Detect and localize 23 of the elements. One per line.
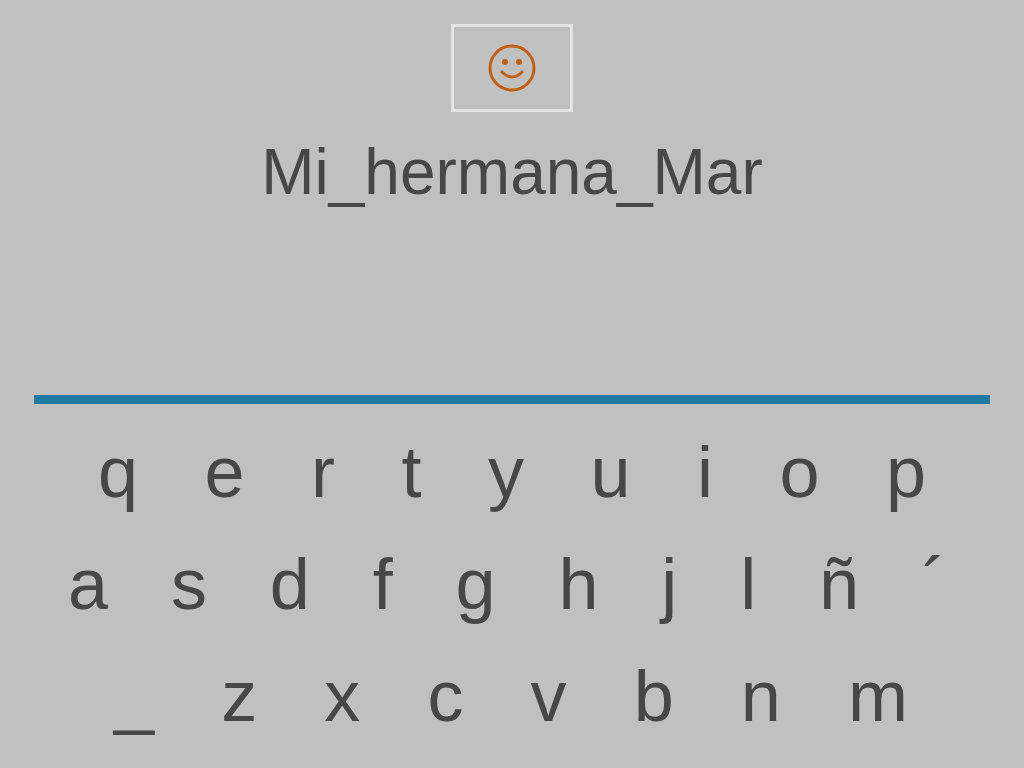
key-button[interactable]: e [198,436,251,508]
key-button[interactable]: t [395,436,428,508]
key-button[interactable]: ´ [916,548,952,620]
key-button[interactable]: f [366,548,399,620]
key-button[interactable]: c [421,660,470,732]
key-button[interactable]: a [62,548,115,620]
key-button[interactable]: o [773,436,826,508]
hint-button[interactable] [451,24,573,112]
key-button[interactable]: z [215,660,264,732]
key-button[interactable]: r [305,436,341,508]
key-button[interactable]: i [690,436,719,508]
key-button[interactable]: v [524,660,573,732]
key-button[interactable]: d [263,548,316,620]
key-button[interactable]: x [318,660,367,732]
key-button[interactable]: l [734,548,763,620]
key-button[interactable]: b [627,660,680,732]
key-button[interactable]: s [164,548,213,620]
smiley-icon [487,43,537,93]
key-button[interactable]: m [842,660,914,732]
key-button[interactable]: h [552,548,605,620]
key-button[interactable]: ñ [813,548,866,620]
key-button[interactable]: n [734,660,787,732]
key-button[interactable]: u [584,436,637,508]
